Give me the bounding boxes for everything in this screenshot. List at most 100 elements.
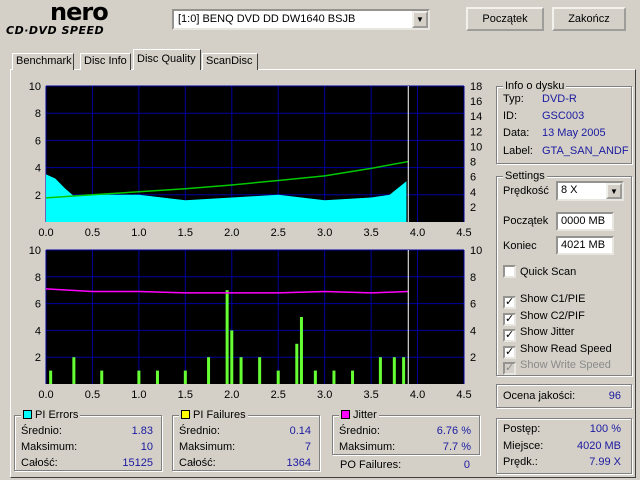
end-input[interactable]: 4021 MB: [556, 236, 614, 255]
pi-failures-total-label: Całość:: [179, 457, 216, 469]
pi-errors-chart: 0.0 0.5 1.0 1.5 2.0 2.5 3.0 3.5 4.0 4.5 2 4 6 8 10 2 4 6 8…: [16, 78, 492, 238]
pi-errors-total-value: 15125: [122, 457, 153, 469]
end-label: Koniec: [503, 240, 537, 252]
pi-failures-bar: [155, 370, 159, 384]
y-tick-label-left: 8: [35, 272, 41, 284]
pi-failures-title-text: PI Failures: [193, 409, 246, 421]
pi-failures-bar: [230, 330, 234, 384]
x-tick-label: 1.0: [131, 227, 146, 238]
tab-disc-info[interactable]: Disc Info: [80, 53, 131, 70]
pi-errors-total-label: Całość:: [21, 457, 58, 469]
read-speed-label: Prędk.:: [503, 456, 538, 468]
y-tick-label-left: 6: [35, 299, 41, 311]
pi-failures-bar: [258, 357, 262, 384]
y-tick-label-left: 4: [35, 325, 41, 337]
disc-id-value: GSC003: [542, 110, 585, 122]
jitter-title: Jitter: [339, 409, 379, 421]
pi-errors-svg: 0.0 0.5 1.0 1.5 2.0 2.5 3.0 3.5 4.0 4.5 2 4 6 8 10 2 4 6 8…: [29, 81, 483, 238]
tab-benchmark[interactable]: Benchmark: [12, 53, 74, 70]
pi-failures-title: PI Failures: [179, 409, 248, 421]
progress-group: Postęp: 100 % Miejsce: 4020 MB Prędk.: 7…: [496, 418, 632, 474]
plot-area: [46, 250, 464, 384]
x-tick-label: 1.5: [178, 227, 193, 238]
y-tick-label-right: 8: [470, 157, 476, 169]
progress-label: Postęp:: [503, 423, 541, 435]
pi-failures-bar: [392, 357, 396, 384]
nero-logo: nero CD·DVD SPEED: [4, 0, 159, 40]
tab-scandisc[interactable]: ScanDisc: [202, 53, 258, 70]
speed-select[interactable]: 8 X ▼: [556, 181, 624, 201]
show-write-speed-checkbox: ✓ Show Write Speed: [503, 359, 611, 375]
pi-failures-bar: [276, 370, 280, 384]
y-tick-label-left: 2: [35, 190, 41, 202]
y-tick-label-left: 8: [35, 108, 41, 120]
pi-failures-bar: [100, 370, 104, 384]
pi-errors-avg-label: Średnio:: [21, 425, 62, 437]
pi-errors-group: PI Errors Średnio: 1.83 Maksimum: 10 Cał…: [14, 409, 162, 471]
pi-failures-svg: 0.0 0.5 1.0 1.5 2.0 2.5 3.0 3.5 4.0 4.5 2 4 6 8 10 2 4 6 8…: [29, 245, 483, 401]
checkbox-box[interactable]: [503, 265, 516, 278]
settings-title: Settings: [503, 170, 547, 182]
pi-failures-bar: [207, 357, 211, 384]
show-read-speed-label: Show Read Speed: [520, 343, 612, 355]
jitter-max-value: 7.7 %: [442, 441, 471, 453]
chevron-down-icon[interactable]: ▼: [606, 183, 622, 199]
x-tick-label: 2.5: [271, 389, 286, 401]
pi-failures-bar: [378, 357, 382, 384]
x-tick-label: 4.0: [410, 389, 425, 401]
disc-info-group: Info o dysku Typ: DVD-R ID: GSC003 Data:…: [496, 80, 632, 164]
x-tick-label: 3.0: [317, 389, 332, 401]
y-tick-label-right: 6: [470, 172, 476, 184]
show-c1-label: Show C1/PIE: [520, 293, 586, 305]
check-icon: ✓: [503, 362, 516, 375]
disc-date-label: Data:: [503, 127, 530, 139]
start-button[interactable]: Początek: [466, 7, 544, 31]
pi-errors-avg-value: 1.83: [131, 425, 153, 437]
start-input[interactable]: 0000 MB: [556, 212, 614, 231]
magenta-swatch-icon: [341, 410, 350, 419]
speed-select-value: 8 X: [561, 184, 578, 196]
x-tick-label: 0.5: [85, 227, 100, 238]
x-tick-label: 0.0: [38, 227, 53, 238]
quick-scan-checkbox[interactable]: Quick Scan: [503, 265, 576, 278]
pi-errors-title-text: PI Errors: [35, 409, 79, 421]
chevron-down-icon[interactable]: ▼: [412, 11, 428, 28]
yellow-swatch-icon: [181, 410, 190, 419]
exit-button[interactable]: Zakończ: [552, 7, 626, 31]
x-tick-label: 1.0: [131, 389, 146, 401]
x-tick-label: 2.0: [224, 389, 239, 401]
y-tick-label-left: 4: [35, 163, 41, 175]
drive-select[interactable]: [1:0] BENQ DVD DD DW1640 BSJB ▼: [172, 9, 430, 30]
pi-failures-bar: [351, 370, 355, 384]
y-tick-label-right: 18: [470, 81, 482, 93]
read-speed-value: 7.99 X: [589, 456, 621, 468]
jitter-avg-value: 6.76 %: [436, 425, 471, 437]
show-read-speed-checkbox[interactable]: ✓ Show Read Speed: [503, 343, 612, 359]
speed-label: Prędkość: [503, 185, 549, 197]
check-icon[interactable]: ✓: [503, 313, 516, 326]
show-c1-checkbox[interactable]: ✓ Show C1/PIE: [503, 293, 585, 309]
tab-disc-quality[interactable]: Disc Quality: [133, 49, 201, 70]
pi-failures-bar: [239, 357, 243, 384]
x-tick-label: 2.0: [224, 227, 239, 238]
drive-select-value: [1:0] BENQ DVD DD DW1640 BSJB: [178, 13, 356, 25]
show-write-speed-label: Show Write Speed: [520, 359, 611, 371]
disc-label-value: GTA_SAN_ANDF: [542, 145, 629, 157]
quality-label: Ocena jakości:: [503, 390, 576, 402]
disc-type-value: DVD-R: [542, 93, 577, 105]
pi-failures-bar: [225, 290, 229, 384]
jitter-title-text: Jitter: [353, 409, 377, 421]
check-icon[interactable]: ✓: [503, 329, 516, 342]
x-tick-label: 4.5: [456, 389, 471, 401]
show-jitter-checkbox[interactable]: ✓ Show Jitter: [503, 326, 574, 342]
check-icon[interactable]: ✓: [503, 296, 516, 309]
quality-value: 96: [608, 390, 621, 402]
pi-failures-total-value: 1364: [286, 457, 311, 469]
pi-failures-bar: [72, 357, 76, 384]
y-tick-label-right: 14: [470, 111, 482, 123]
pi-failures-bar: [299, 317, 303, 384]
jitter-max-label: Maksimum:: [339, 441, 396, 453]
logo-wordmark: nero: [50, 0, 109, 26]
check-icon[interactable]: ✓: [503, 346, 516, 359]
show-c2-checkbox[interactable]: ✓ Show C2/PIF: [503, 310, 585, 326]
